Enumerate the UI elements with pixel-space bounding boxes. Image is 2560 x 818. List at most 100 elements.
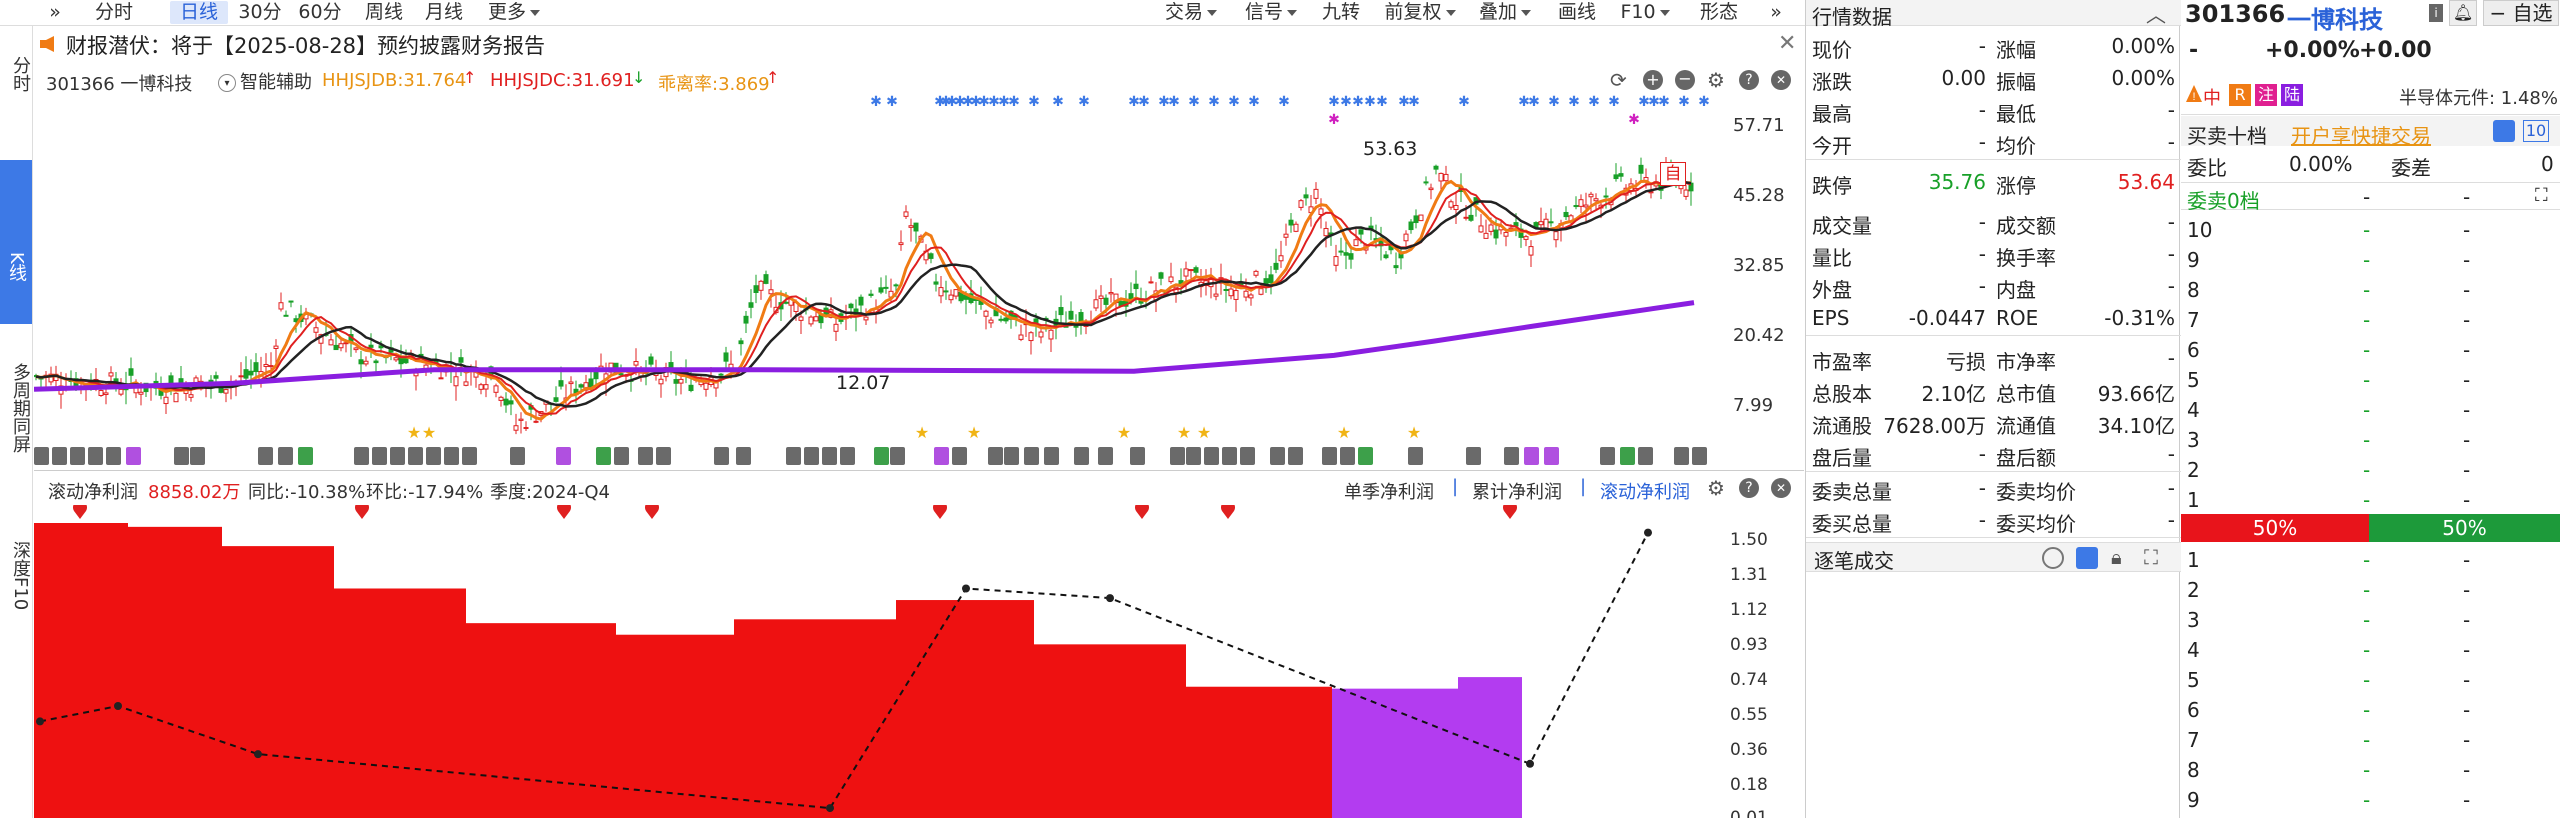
event-tag[interactable] bbox=[804, 447, 819, 465]
event-tag[interactable] bbox=[408, 447, 423, 465]
trade-menu[interactable]: 交易 bbox=[1160, 1, 1222, 24]
sell-level-row[interactable]: 7 - - bbox=[2181, 306, 2560, 334]
event-tag[interactable] bbox=[840, 447, 855, 465]
tab-30min[interactable]: 30分 bbox=[236, 1, 284, 24]
info-icon[interactable]: i bbox=[2429, 4, 2443, 22]
event-tag[interactable] bbox=[1524, 447, 1539, 465]
event-tag[interactable] bbox=[278, 447, 293, 465]
buy-level-row[interactable]: 9 - - bbox=[2181, 786, 2560, 814]
tab-weekly[interactable]: 周线 bbox=[360, 1, 408, 24]
event-tag[interactable] bbox=[52, 447, 67, 465]
earnings-notice[interactable]: 财报潜伏：将于【2025-08-28】预约披露财务报告 bbox=[66, 30, 545, 60]
refresh-icon[interactable]: ⟳ bbox=[1610, 68, 1627, 92]
pin-icon[interactable] bbox=[1503, 505, 1517, 519]
event-tag[interactable] bbox=[106, 447, 121, 465]
sell-level-row[interactable]: 8 - - bbox=[2181, 276, 2560, 304]
sell-level-row[interactable]: 1 - - bbox=[2181, 486, 2560, 514]
f10-menu[interactable]: F10 bbox=[1614, 1, 1676, 24]
signal-menu[interactable]: 信号 bbox=[1240, 1, 1302, 24]
side-tab-kline[interactable]: K线 bbox=[0, 160, 32, 324]
help-icon[interactable]: ? bbox=[1739, 70, 1759, 90]
event-tag[interactable] bbox=[390, 447, 405, 465]
event-tag[interactable] bbox=[444, 447, 459, 465]
stock-name[interactable]: 一博科技 bbox=[2287, 0, 2383, 35]
zoom-out-icon[interactable]: − bbox=[1675, 70, 1695, 90]
event-tag[interactable] bbox=[714, 447, 729, 465]
lock-icon[interactable]: 🔒︎ bbox=[2111, 545, 2122, 569]
buy-level-row[interactable]: 7 - - bbox=[2181, 726, 2560, 754]
close-icon[interactable]: ✕ bbox=[1771, 70, 1791, 90]
event-tag[interactable] bbox=[638, 447, 653, 465]
sell-level-row[interactable]: 10 - - bbox=[2181, 216, 2560, 244]
side-tab-minute[interactable]: 分时 bbox=[0, 44, 32, 104]
event-tag[interactable] bbox=[426, 447, 441, 465]
event-tag[interactable] bbox=[1544, 447, 1559, 465]
gear-icon[interactable]: ⚙ bbox=[1707, 476, 1725, 500]
pin-icon[interactable] bbox=[645, 505, 659, 519]
expand-icon[interactable]: ⛶ bbox=[2144, 545, 2158, 569]
event-tag[interactable] bbox=[1240, 447, 1255, 465]
tab-single-quarter[interactable]: 单季净利润 bbox=[1344, 478, 1434, 504]
event-tag[interactable] bbox=[1358, 447, 1373, 465]
event-tag[interactable] bbox=[1074, 447, 1089, 465]
pin-icon[interactable] bbox=[933, 505, 947, 519]
event-tag[interactable] bbox=[298, 447, 313, 465]
overlay-menu[interactable]: 叠加 bbox=[1474, 1, 1536, 24]
event-tag[interactable] bbox=[874, 447, 889, 465]
event-tag[interactable] bbox=[1098, 447, 1113, 465]
event-tag[interactable] bbox=[952, 447, 967, 465]
event-tag[interactable] bbox=[1044, 447, 1059, 465]
event-tag[interactable] bbox=[1270, 447, 1285, 465]
kline-chart[interactable]: ✱ ✱ ✱✱✱✱✱✱✱✱✱✱ ✱ ✱ ✱ ✱✱ ✱✱ ✱ ✱ ✱ ✱ ✱ ✱ ✱ ✱ ✱ ✱ ✱✱ ✱ ✱✱ ✱ ✱ ✱ ✱ ✱✱… bbox=[34, 90, 1734, 470]
sell-level-row[interactable]: 4 - - bbox=[2181, 396, 2560, 424]
close-icon[interactable]: ✕ bbox=[1778, 31, 1796, 56]
sell-level-row[interactable]: 6 - - bbox=[2181, 336, 2560, 364]
expand-icon[interactable]: ⛶ bbox=[2535, 185, 2548, 206]
zoom-in-icon[interactable]: + bbox=[1643, 70, 1663, 90]
event-tag[interactable] bbox=[596, 447, 611, 465]
add-watchlist-button[interactable]: − 自选 bbox=[2483, 0, 2559, 26]
tab-rolling[interactable]: 滚动净利润 bbox=[1600, 478, 1690, 504]
level-badge[interactable]: 10 bbox=[2523, 120, 2549, 142]
event-tag[interactable] bbox=[656, 447, 671, 465]
close-icon[interactable]: ✕ bbox=[1771, 478, 1791, 498]
event-tag[interactable] bbox=[1600, 447, 1615, 465]
event-tag[interactable] bbox=[1322, 447, 1337, 465]
event-tag[interactable] bbox=[786, 447, 801, 465]
sector-badge[interactable]: 半导体元件: 1.48% bbox=[2399, 84, 2558, 110]
event-tag[interactable] bbox=[510, 447, 525, 465]
filter-icon[interactable] bbox=[2042, 547, 2064, 569]
event-tag[interactable] bbox=[1186, 447, 1201, 465]
collapse-icon[interactable]: » bbox=[1764, 1, 1788, 24]
pin-icon[interactable] bbox=[1221, 505, 1235, 519]
tab-cumulative[interactable]: 累计净利润 bbox=[1472, 478, 1562, 504]
side-tab-multi[interactable]: 多周期同屏 bbox=[0, 338, 32, 478]
event-tag[interactable] bbox=[354, 447, 369, 465]
event-tag[interactable] bbox=[988, 447, 1003, 465]
event-tag[interactable] bbox=[1692, 447, 1707, 465]
event-tag[interactable] bbox=[88, 447, 103, 465]
buy-level-row[interactable]: 2 - - bbox=[2181, 576, 2560, 604]
event-tag[interactable] bbox=[174, 447, 189, 465]
buy-level-row[interactable]: 1 - - bbox=[2181, 546, 2560, 574]
tab-monthly[interactable]: 月线 bbox=[420, 1, 468, 24]
buy-level-row[interactable]: 6 - - bbox=[2181, 696, 2560, 724]
event-tag[interactable] bbox=[462, 447, 477, 465]
event-tag[interactable] bbox=[1024, 447, 1039, 465]
event-tag[interactable] bbox=[258, 447, 273, 465]
event-tag[interactable] bbox=[890, 447, 905, 465]
event-tag[interactable] bbox=[1674, 447, 1689, 465]
tab-60min[interactable]: 60分 bbox=[296, 1, 344, 24]
event-tag[interactable] bbox=[1620, 447, 1635, 465]
tab-daily[interactable]: 日线 bbox=[170, 1, 228, 24]
event-tag[interactable] bbox=[1340, 447, 1355, 465]
event-tag[interactable] bbox=[736, 447, 751, 465]
event-tag[interactable] bbox=[1408, 447, 1423, 465]
event-tag[interactable] bbox=[1638, 447, 1653, 465]
draw-button[interactable]: 画线 bbox=[1554, 1, 1600, 24]
sell-level-row[interactable]: 5 - - bbox=[2181, 366, 2560, 394]
bell-icon[interactable]: 🔔︎ bbox=[2449, 0, 2477, 26]
event-tag[interactable] bbox=[1204, 447, 1219, 465]
tab-minute[interactable]: 分时 bbox=[84, 1, 144, 24]
nine-turn-button[interactable]: 九转 bbox=[1318, 1, 1364, 24]
